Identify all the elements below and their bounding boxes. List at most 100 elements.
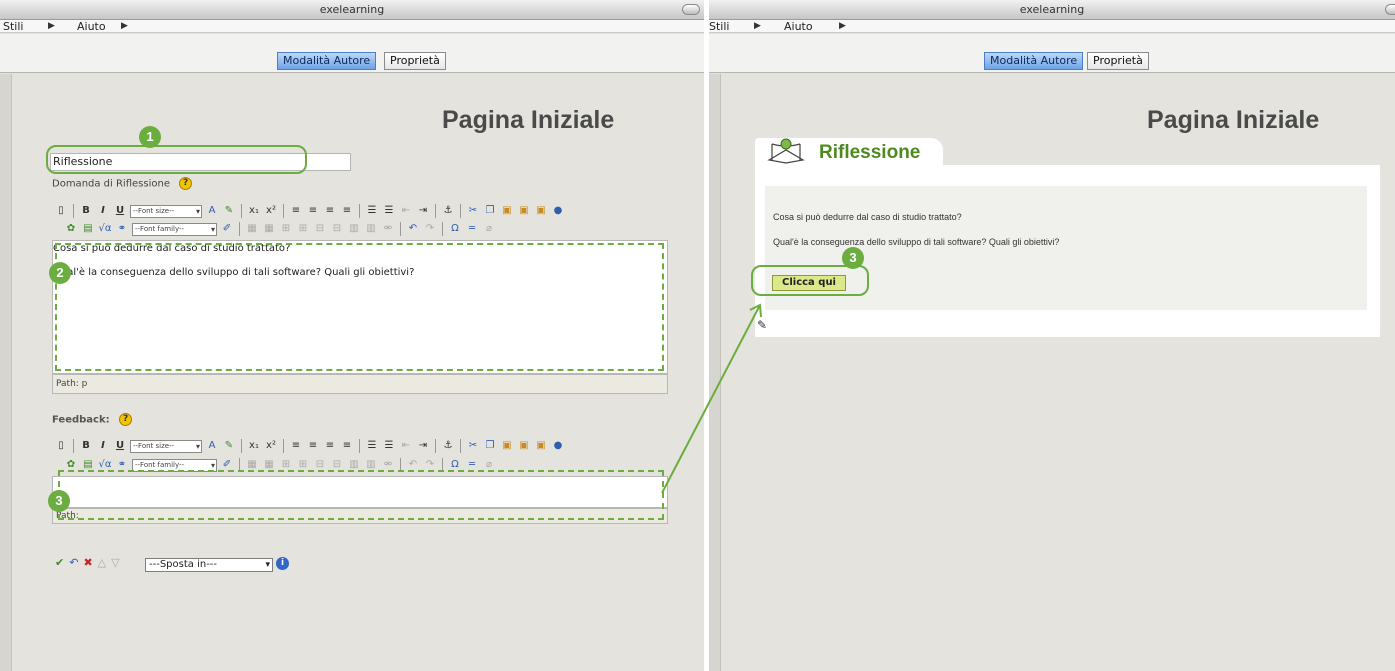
- move-up-icon[interactable]: △: [98, 556, 106, 569]
- copy-icon[interactable]: ❐: [483, 204, 497, 218]
- cleanup-icon[interactable]: ⌀: [482, 222, 496, 236]
- help-icon[interactable]: ?: [179, 177, 193, 190]
- new-document-icon[interactable]: ▯: [54, 439, 68, 453]
- subscript-icon[interactable]: x₁: [247, 439, 261, 453]
- paste-icon[interactable]: ▣: [500, 439, 514, 453]
- done-check-icon[interactable]: ✔: [55, 556, 64, 569]
- highlight-color-icon[interactable]: ✎: [222, 204, 236, 218]
- pencil-icon[interactable]: ✎: [757, 318, 767, 332]
- font-family-select[interactable]: --Font family--: [132, 222, 217, 236]
- info-small-icon[interactable]: ●: [551, 439, 565, 453]
- minimize-icon[interactable]: [1385, 4, 1395, 15]
- redo-icon[interactable]: ↷: [423, 222, 437, 236]
- align-left-icon[interactable]: ≡: [289, 439, 303, 453]
- bullet-list-icon[interactable]: ☰: [365, 204, 379, 218]
- superscript-icon[interactable]: x²: [264, 204, 278, 218]
- underline-icon[interactable]: U: [113, 204, 127, 218]
- italic-icon[interactable]: I: [96, 204, 110, 218]
- highlight-color-icon[interactable]: ✎: [222, 439, 236, 453]
- outdent-icon[interactable]: ⇤: [399, 204, 413, 218]
- unlink-icon[interactable]: ⚮: [381, 222, 395, 236]
- tab-properties[interactable]: Proprietà: [1087, 52, 1149, 70]
- move-to-select[interactable]: ---Sposta in---: [145, 558, 273, 572]
- paste-word-icon[interactable]: ▣: [534, 439, 548, 453]
- delete-icon[interactable]: ✖: [83, 556, 92, 569]
- align-center-icon[interactable]: ≡: [306, 204, 320, 218]
- image-icon[interactable]: ✿: [64, 222, 78, 236]
- anchor-icon[interactable]: ⚓: [441, 439, 455, 453]
- cell-icon[interactable]: ▥: [347, 222, 361, 236]
- menu-stili[interactable]: Stili: [3, 20, 23, 33]
- link-icon[interactable]: ⚭: [115, 222, 129, 236]
- toolbar-separator: [359, 204, 360, 218]
- justify-icon[interactable]: ≡: [340, 439, 354, 453]
- paste-text-icon[interactable]: ▣: [517, 439, 531, 453]
- math-icon[interactable]: √α: [98, 222, 112, 236]
- align-left-icon[interactable]: ≡: [289, 204, 303, 218]
- underline-icon[interactable]: U: [113, 439, 127, 453]
- superscript-icon[interactable]: x²: [264, 439, 278, 453]
- tab-authoring-mode[interactable]: Modalità Autore: [277, 52, 377, 70]
- info-small-icon[interactable]: ●: [551, 204, 565, 218]
- edit-html-icon[interactable]: ✐: [220, 222, 234, 236]
- menu-arrow-icon: ▶: [121, 21, 128, 31]
- numbered-list-icon[interactable]: ☰: [382, 204, 396, 218]
- indent-icon[interactable]: ⇥: [416, 204, 430, 218]
- move-down-icon[interactable]: ▽: [111, 556, 119, 569]
- paste-text-icon[interactable]: ▣: [517, 204, 531, 218]
- table-icon[interactable]: ▦: [245, 222, 259, 236]
- text-color-icon[interactable]: A: [205, 204, 219, 218]
- tab-authoring-mode[interactable]: Modalità Autore: [984, 52, 1084, 70]
- minimize-icon[interactable]: [682, 4, 700, 15]
- paste-word-icon[interactable]: ▣: [534, 204, 548, 218]
- split-icon[interactable]: ⊟: [330, 222, 344, 236]
- highlight-feedback: [58, 470, 664, 520]
- menu-aiuto[interactable]: Aiuto: [77, 20, 106, 33]
- outdent-icon[interactable]: ⇤: [399, 439, 413, 453]
- idevice-actions: ✔ ↶ ✖ △ ▽: [55, 556, 120, 569]
- mode-tabs-bar: Modalità Autore Proprietà: [0, 34, 704, 73]
- undo-edit-icon[interactable]: ↶: [69, 556, 78, 569]
- nbsp-icon[interactable]: ═: [465, 222, 479, 236]
- cut-icon[interactable]: ✂: [466, 439, 480, 453]
- merge-icon[interactable]: ⊟: [313, 222, 327, 236]
- menu-stili[interactable]: Stili: [709, 20, 729, 33]
- bold-icon[interactable]: B: [79, 204, 93, 218]
- font-size-select[interactable]: --Font size--: [130, 204, 202, 218]
- info-icon[interactable]: i: [276, 557, 289, 570]
- new-document-icon[interactable]: ▯: [54, 204, 68, 218]
- media-icon[interactable]: ▤: [81, 222, 95, 236]
- page-title-preview: Pagina Iniziale: [1147, 106, 1320, 134]
- undo-icon[interactable]: ↶: [406, 222, 420, 236]
- page-title: Pagina Iniziale: [442, 106, 615, 134]
- align-center-icon[interactable]: ≡: [306, 439, 320, 453]
- highlight-button: [751, 265, 869, 296]
- anchor-icon[interactable]: ⚓: [441, 204, 455, 218]
- indent-icon[interactable]: ⇥: [416, 439, 430, 453]
- italic-icon[interactable]: I: [96, 439, 110, 453]
- font-size-select[interactable]: --Font size--: [130, 439, 202, 453]
- bold-icon[interactable]: B: [79, 439, 93, 453]
- row-icon[interactable]: ⊞: [279, 222, 293, 236]
- menu-bar: Stili ▶ Aiuto ▶: [709, 20, 1395, 33]
- cut-icon[interactable]: ✂: [466, 204, 480, 218]
- align-right-icon[interactable]: ≡: [323, 439, 337, 453]
- justify-icon[interactable]: ≡: [340, 204, 354, 218]
- window-titlebar: exelearning: [0, 0, 704, 20]
- tab-properties[interactable]: Proprietà: [384, 52, 446, 70]
- subscript-icon[interactable]: x₁: [247, 204, 261, 218]
- paste-icon[interactable]: ▣: [500, 204, 514, 218]
- bullet-list-icon[interactable]: ☰: [365, 439, 379, 453]
- text-color-icon[interactable]: A: [205, 439, 219, 453]
- help-icon[interactable]: ?: [119, 413, 133, 426]
- numbered-list-icon[interactable]: ☰: [382, 439, 396, 453]
- col-icon[interactable]: ⊞: [296, 222, 310, 236]
- copy-icon[interactable]: ❐: [483, 439, 497, 453]
- toolbar-separator: [400, 222, 401, 236]
- menu-aiuto[interactable]: Aiuto: [784, 20, 813, 33]
- delete-col-icon[interactable]: ▥: [364, 222, 378, 236]
- align-right-icon[interactable]: ≡: [323, 204, 337, 218]
- question-label-text: Domanda di Riflessione: [52, 178, 170, 190]
- omega-icon[interactable]: Ω: [448, 222, 462, 236]
- table-props-icon[interactable]: ▦: [262, 222, 276, 236]
